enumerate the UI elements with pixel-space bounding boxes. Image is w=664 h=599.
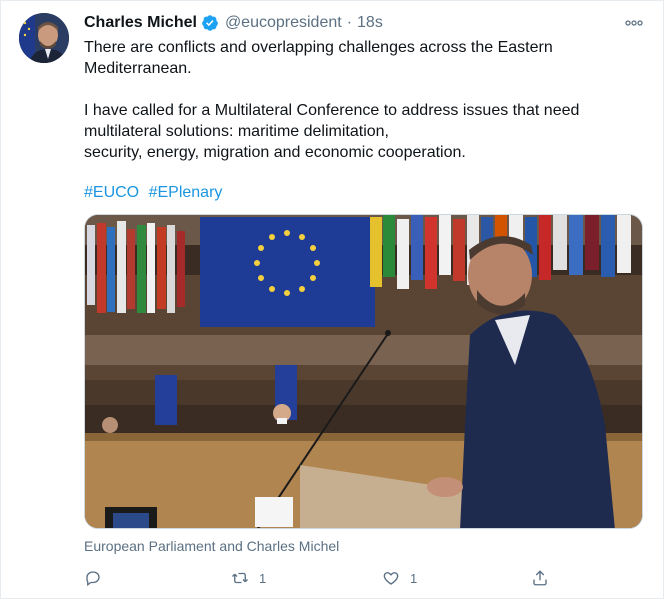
retweet-count: 1: [259, 570, 267, 586]
reply-button[interactable]: [84, 567, 112, 589]
retweet-icon: [232, 572, 248, 584]
hashtags: #EUCO #EPlenary: [84, 182, 222, 203]
timestamp[interactable]: 18s: [357, 14, 383, 32]
tweet-card: Charles Michel @eucopresident · 18s Ther…: [0, 0, 664, 599]
tweet-text-line: Mediterranean.: [84, 60, 192, 77]
tweet-photo[interactable]: [84, 214, 643, 529]
hashtag-eplenary[interactable]: #EPlenary: [149, 184, 223, 201]
avatar[interactable]: [19, 13, 69, 63]
share-button[interactable]: [531, 567, 549, 589]
tweet-text-line: security, energy, migration and economic…: [84, 144, 466, 161]
hashtag-euco[interactable]: #EUCO: [84, 184, 139, 201]
tweet-text: There are conflicts and overlapping chal…: [84, 37, 644, 163]
heart-icon: [383, 572, 399, 585]
like-button[interactable]: 1: [382, 567, 417, 589]
reply-icon: [86, 571, 100, 587]
tweet-text-line: multilateral solutions: maritime delimit…: [84, 123, 389, 140]
verified-badge-icon: [201, 14, 219, 32]
tweet-header: Charles Michel @eucopresident · 18s: [84, 13, 383, 33]
retweet-button[interactable]: 1: [231, 567, 266, 589]
author-name[interactable]: Charles Michel: [84, 14, 197, 32]
share-icon: [533, 570, 547, 586]
tweet-text-line: I have called for a Multilateral Confere…: [84, 102, 580, 119]
photo-caption: European Parliament and Charles Michel: [84, 538, 340, 554]
separator-dot: ·: [346, 14, 353, 31]
like-count: 1: [410, 570, 418, 586]
tweet-text-line: There are conflicts and overlapping chal…: [84, 39, 553, 56]
action-bar: 1 1: [84, 567, 554, 589]
more-options-icon[interactable]: [621, 13, 647, 33]
author-handle[interactable]: @eucopresident: [225, 14, 342, 32]
